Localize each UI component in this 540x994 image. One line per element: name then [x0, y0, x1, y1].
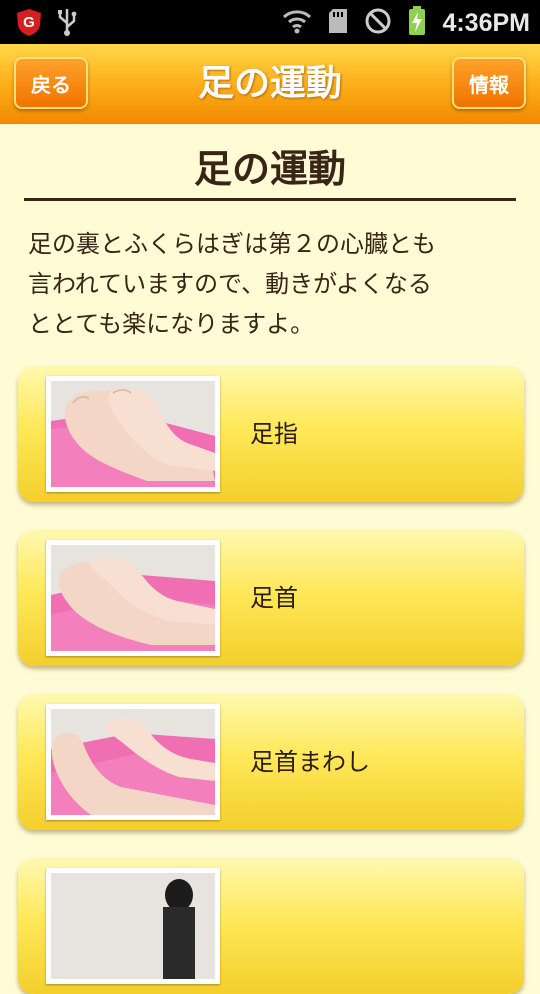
status-bar: G 4:36PM	[0, 0, 540, 44]
intro-line: 言われていますので、動きがよくなる	[28, 270, 432, 298]
feet-ankle-photo	[46, 540, 220, 656]
exercise-label: 足首まわし	[250, 748, 370, 776]
exercise-label: 足首	[250, 584, 298, 612]
sd-card-icon	[328, 8, 348, 38]
title-divider	[24, 198, 516, 201]
back-button[interactable]: 戻る	[14, 57, 88, 109]
g-shield-icon: G	[14, 7, 44, 41]
wifi-icon	[282, 8, 312, 38]
exercise-label: 足指	[250, 420, 298, 448]
feet-toes-photo	[46, 376, 220, 492]
status-time: 4:36PM	[442, 8, 530, 37]
intro-text: 足の裏とふくらはぎは第２の心臓とも 言われていますので、動きがよくなる ととても…	[28, 224, 518, 344]
person-photo	[46, 868, 220, 984]
usb-icon	[56, 7, 78, 41]
exercise-card-ankle[interactable]: 足首	[18, 530, 524, 666]
battery-charging-icon	[408, 6, 426, 40]
exercise-card-4[interactable]	[18, 858, 524, 994]
app-header: 足の運動 戻る 情報	[0, 44, 540, 124]
do-not-disturb-icon	[364, 7, 392, 39]
svg-text:G: G	[23, 14, 35, 31]
intro-line: ととても楽になりますよ。	[28, 310, 315, 338]
exercise-card-ankle-rotation[interactable]: 足首まわし	[18, 694, 524, 830]
info-button[interactable]: 情報	[452, 57, 526, 109]
page-title: 足の運動	[193, 147, 346, 191]
intro-line: 足の裏とふくらはぎは第２の心臓とも	[28, 230, 436, 258]
feet-ankle-rotation-photo	[46, 704, 220, 820]
exercise-card-toes[interactable]: 足指	[18, 366, 524, 502]
